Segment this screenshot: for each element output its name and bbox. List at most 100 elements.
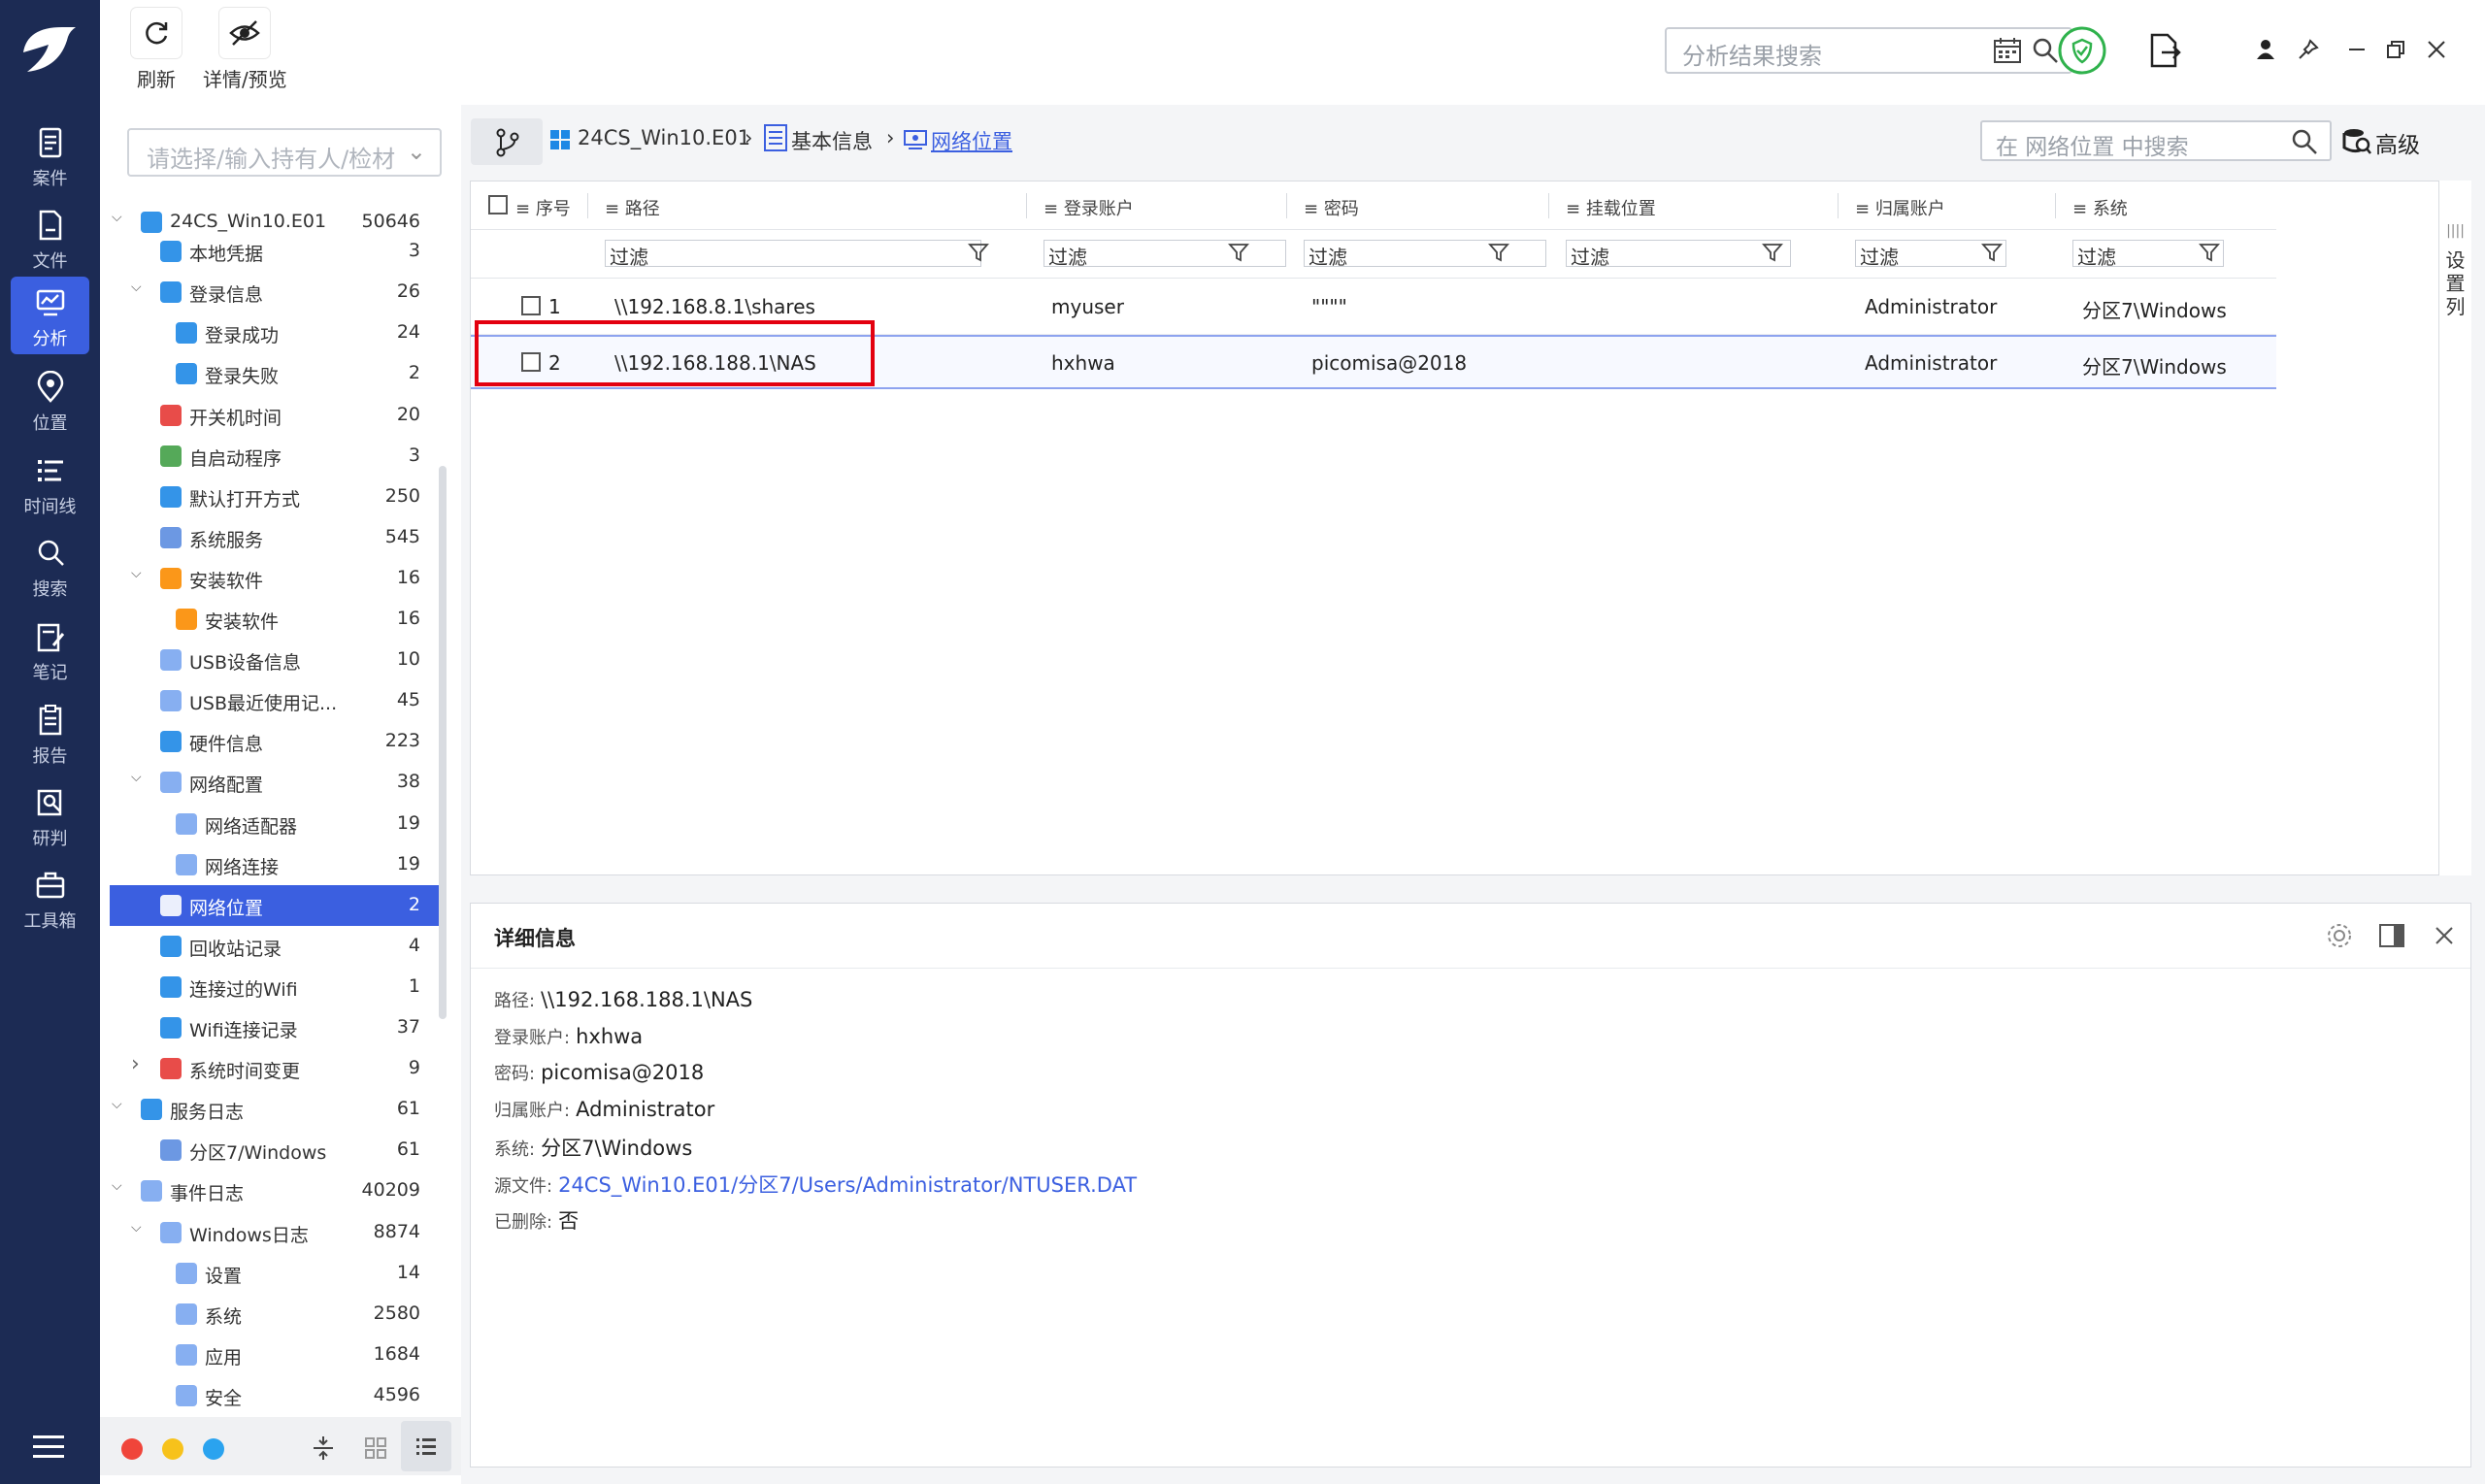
column-filter-input[interactable]: 过滤 — [1566, 240, 1791, 269]
detail-preview-button[interactable]: 详情/预览 — [203, 8, 287, 92]
export-icon[interactable] — [2148, 33, 2181, 68]
filter-icon[interactable] — [968, 242, 989, 263]
nav-item-note[interactable]: 笔记 — [11, 610, 89, 688]
tree-item[interactable]: ⌵ 网络配置 38 — [110, 762, 440, 803]
search-icon[interactable] — [2291, 128, 2318, 155]
filter-icon[interactable] — [1762, 242, 1783, 263]
tree-item[interactable]: 回收站记录 4 — [110, 926, 440, 967]
tree-item[interactable]: Wifi连接记录 37 — [110, 1007, 440, 1048]
nav-item-report[interactable]: 报告 — [11, 694, 89, 772]
tree-item[interactable]: ⌵ 登录信息 26 — [110, 272, 440, 313]
tree-item[interactable]: 设置 14 — [110, 1253, 440, 1294]
filter-icon[interactable] — [2199, 242, 2220, 263]
nav-item-case[interactable]: 案件 — [11, 116, 89, 194]
tree-item[interactable]: › 系统时间变更 9 — [110, 1048, 440, 1089]
column-filter-input[interactable]: 过滤 — [605, 240, 981, 269]
tree-item[interactable]: 系统服务 545 — [110, 517, 440, 558]
column-filter-input[interactable]: 过滤 — [1304, 240, 1546, 269]
tree-item[interactable]: 安装软件 16 — [110, 599, 440, 640]
tree-item[interactable]: 登录成功 24 — [110, 313, 440, 353]
chevron-down-icon[interactable]: ⌵ — [131, 1220, 149, 1237]
select-all-checkbox[interactable] — [488, 195, 508, 214]
advanced-search-label: 高级 — [2375, 133, 2420, 158]
user-icon[interactable] — [2255, 39, 2276, 60]
minimize-icon[interactable] — [2346, 39, 2368, 60]
col-mount-header[interactable]: ≡ 挂载位置 — [1566, 195, 1656, 220]
tree-item[interactable]: 网络适配器 19 — [110, 804, 440, 844]
list-view-button[interactable] — [401, 1421, 451, 1471]
gear-icon[interactable] — [2325, 921, 2354, 950]
calendar-icon[interactable] — [1993, 37, 2022, 64]
row-checkbox[interactable] — [521, 296, 541, 315]
chevron-right-icon[interactable]: › — [131, 1052, 149, 1076]
tree-item[interactable]: 登录失败 2 — [110, 353, 440, 394]
filter-icon[interactable] — [1228, 242, 1249, 263]
branch-button[interactable] — [471, 118, 543, 165]
col-password-header[interactable]: ≡ 密码 — [1304, 195, 1359, 220]
filter-icon[interactable] — [1488, 242, 1509, 263]
filter-icon[interactable] — [1981, 242, 2003, 263]
tree-item[interactable]: 连接过的Wifi 1 — [110, 967, 440, 1007]
refresh-button[interactable]: 刷新 — [131, 8, 182, 92]
collapse-all-icon[interactable] — [312, 1435, 335, 1462]
restore-icon[interactable] — [2385, 39, 2406, 60]
tree-item[interactable]: 硬件信息 223 — [110, 721, 440, 762]
red-dot-icon[interactable] — [121, 1438, 143, 1460]
close-icon[interactable] — [2430, 921, 2459, 950]
tree-item[interactable]: 安全 4596 — [110, 1375, 440, 1416]
source-file-link[interactable]: 24CS_Win10.E01/分区7/Users/Administrator/N… — [558, 1173, 1137, 1197]
tree-item[interactable]: USB设备信息 10 — [110, 640, 440, 680]
tree-item[interactable]: ⌵ 服务日志 61 — [110, 1089, 440, 1130]
search-icon[interactable] — [2032, 37, 2059, 64]
nav-item-location[interactable]: 位置 — [11, 361, 89, 439]
nav-item-analysis[interactable]: 分析 — [11, 277, 89, 354]
yellow-dot-icon[interactable] — [162, 1438, 183, 1460]
nav-item-judge[interactable]: 研判 — [11, 776, 89, 854]
nav-item-toolbox[interactable]: 工具箱 — [11, 859, 89, 937]
col-index-header[interactable]: ≡ 序号 — [515, 195, 571, 220]
advanced-search-button[interactable]: 高级 — [2342, 126, 2420, 159]
chevron-down-icon[interactable]: ⌵ — [112, 1097, 129, 1114]
chevron-down-icon[interactable]: ⌵ — [112, 1178, 129, 1196]
tree-item[interactable]: 分区7/Windows 61 — [110, 1130, 440, 1171]
tree-item[interactable]: 网络位置 2 — [110, 885, 440, 926]
column-filter-input[interactable]: 过滤 — [1044, 240, 1286, 269]
column-settings-button[interactable]: |||| 设置列 — [2438, 181, 2471, 875]
shield-check-icon[interactable] — [2057, 25, 2107, 76]
blue-dot-icon[interactable] — [203, 1438, 224, 1460]
tree-item[interactable]: 本地凭据 3 — [110, 231, 440, 272]
owner-select[interactable]: 请选择/输入持有人/检材 ⌄ — [127, 128, 442, 177]
tree-item[interactable]: 自启动程序 3 — [110, 436, 440, 477]
tree-item[interactable]: ⌵ Windows日志 8874 — [110, 1212, 440, 1253]
tree-item[interactable]: 应用 1684 — [110, 1335, 440, 1375]
split-view-icon[interactable] — [2377, 921, 2406, 950]
tree-item[interactable]: ⌵ 安装软件 16 — [110, 558, 440, 599]
tree-item[interactable]: 开关机时间 20 — [110, 395, 440, 436]
nav-item-search[interactable]: 搜索 — [11, 527, 89, 605]
col-owner-header[interactable]: ≡ 归属账户 — [1855, 195, 1945, 220]
menu-icon[interactable] — [31, 1433, 66, 1462]
analysis-search-input[interactable]: 分析结果搜索 — [1665, 27, 2072, 74]
chevron-down-icon[interactable]: ⌵ — [131, 566, 149, 583]
chevron-down-icon[interactable]: ⌵ — [112, 210, 129, 227]
nav-item-timeline[interactable]: 时间线 — [11, 445, 89, 522]
pin-icon[interactable] — [2298, 39, 2319, 60]
col-system-header[interactable]: ≡ 系统 — [2072, 195, 2128, 220]
nav-item-file[interactable]: 文件 — [11, 199, 89, 277]
close-icon[interactable] — [2426, 39, 2447, 60]
tree-scrollbar[interactable] — [439, 466, 447, 1019]
col-account-header[interactable]: ≡ 登录账户 — [1044, 195, 1134, 220]
breadcrumb-current[interactable]: 网络位置 — [931, 126, 1012, 155]
tree-item[interactable]: ⌵ 事件日志 40209 — [110, 1171, 440, 1211]
location-search-input[interactable]: 在 网络位置 中搜索 — [1980, 120, 2332, 161]
tree-item[interactable]: 默认打开方式 250 — [110, 477, 440, 517]
tree-item[interactable]: 网络连接 19 — [110, 844, 440, 885]
chevron-down-icon[interactable]: ⌵ — [131, 280, 149, 297]
tree-item[interactable]: USB最近使用记... 45 — [110, 680, 440, 721]
chevron-down-icon[interactable]: ⌵ — [131, 770, 149, 787]
breadcrumb-basic-info[interactable]: 基本信息 — [791, 126, 873, 155]
tree-item[interactable]: 系统 2580 — [110, 1294, 440, 1335]
grid-view-icon[interactable] — [364, 1436, 387, 1460]
breadcrumb-evidence[interactable]: 24CS_Win10.E01 — [578, 126, 750, 149]
col-path-header[interactable]: ≡ 路径 — [605, 195, 660, 220]
